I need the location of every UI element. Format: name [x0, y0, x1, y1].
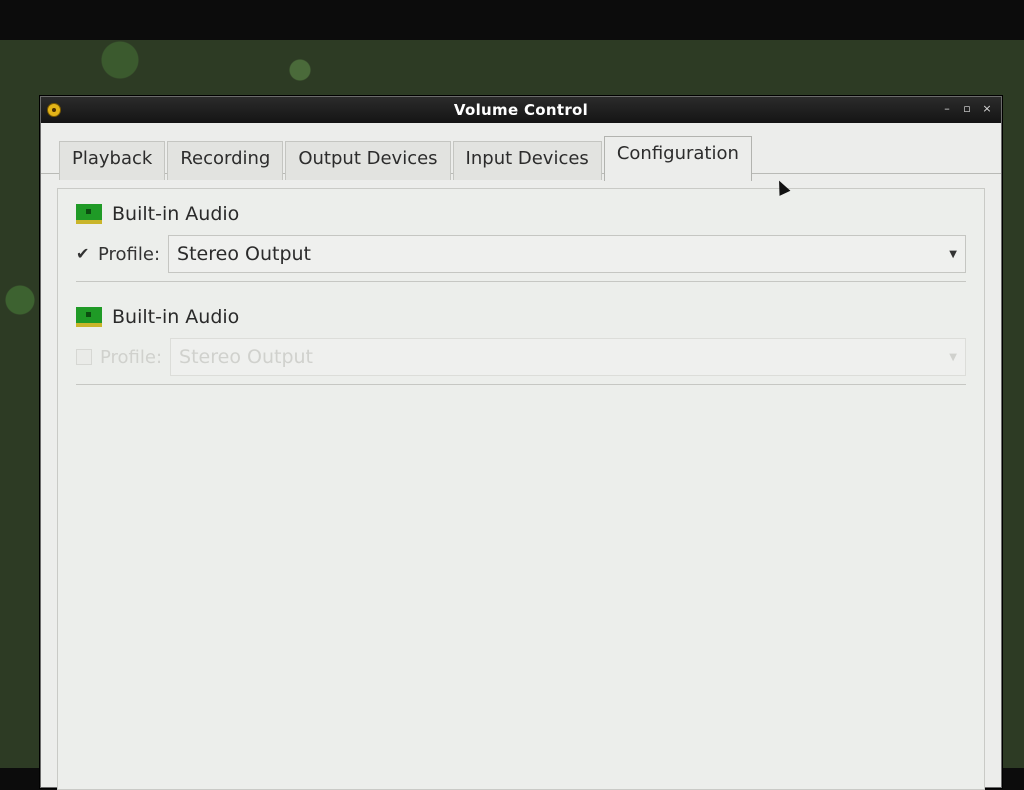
- maximize-button[interactable]: ▫: [961, 102, 973, 115]
- tab-label: Playback: [72, 148, 153, 169]
- title-bar[interactable]: Volume Control – ▫ ×: [41, 97, 1001, 123]
- profile-row: ✔ Profile: Stereo Output ▼: [76, 235, 966, 273]
- device-card: Built-in Audio Profile: Stereo Output ▼: [76, 302, 966, 385]
- device-name: Built-in Audio: [112, 306, 240, 328]
- chevron-down-icon: ▼: [949, 351, 957, 363]
- tab-label: Input Devices: [465, 148, 589, 169]
- tab-playback[interactable]: Playback: [59, 141, 166, 180]
- window-controls: – ▫ ×: [941, 102, 993, 115]
- profile-label: Profile:: [98, 243, 161, 265]
- profile-checkbox[interactable]: ✔: [76, 246, 90, 262]
- device-card-header: Built-in Audio: [76, 199, 966, 229]
- tab-recording[interactable]: Recording: [167, 141, 284, 180]
- sound-card-icon: [76, 204, 102, 224]
- close-button[interactable]: ×: [981, 102, 993, 115]
- tab-label: Output Devices: [298, 148, 438, 169]
- tab-output-devices[interactable]: Output Devices: [285, 141, 451, 180]
- configuration-panel: Built-in Audio ✔ Profile: Stereo Output …: [57, 188, 985, 790]
- profile-checkbox[interactable]: [76, 349, 92, 365]
- volume-control-window: Volume Control – ▫ × Playback Recording …: [40, 96, 1002, 790]
- device-card: Built-in Audio ✔ Profile: Stereo Output …: [76, 199, 966, 282]
- tab-configuration[interactable]: Configuration: [603, 136, 752, 181]
- tab-label: Recording: [180, 148, 271, 169]
- profile-label: Profile:: [100, 346, 163, 368]
- profile-row: Profile: Stereo Output ▼: [76, 338, 966, 376]
- window-title: Volume Control: [453, 101, 589, 119]
- tab-input-devices[interactable]: Input Devices: [452, 141, 602, 180]
- profile-dropdown-value: Stereo Output: [177, 243, 311, 265]
- profile-dropdown[interactable]: Stereo Output ▼: [170, 338, 966, 376]
- chevron-down-icon: ▼: [949, 248, 957, 260]
- device-card-header: Built-in Audio: [76, 302, 966, 332]
- sound-card-icon: [76, 307, 102, 327]
- minimize-button[interactable]: –: [941, 102, 953, 115]
- profile-dropdown-value: Stereo Output: [179, 346, 313, 368]
- profile-dropdown[interactable]: Stereo Output ▼: [168, 235, 966, 273]
- device-name: Built-in Audio: [112, 203, 240, 225]
- tab-bar: Playback Recording Output Devices Input …: [41, 123, 1001, 181]
- tab-label: Configuration: [616, 143, 739, 164]
